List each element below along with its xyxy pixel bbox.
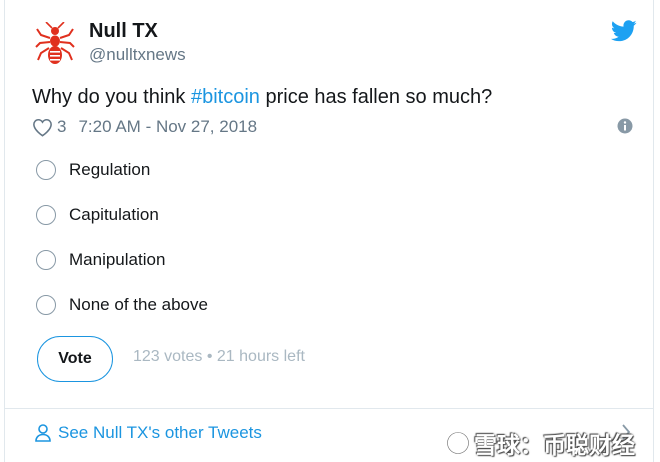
- poll-option-capitulation[interactable]: Capitulation: [36, 202, 159, 228]
- see-other-tweets-link[interactable]: See Null TX's other Tweets: [35, 422, 262, 444]
- see-other-tweets-label: See Null TX's other Tweets: [58, 423, 262, 442]
- vote-count: 123 votes: [133, 348, 203, 365]
- info-icon[interactable]: [617, 118, 633, 134]
- poll-option-label: None of the above: [69, 295, 208, 314]
- poll-option-regulation[interactable]: Regulation: [36, 157, 150, 183]
- radio-button[interactable]: [36, 250, 56, 270]
- tweet-card: Null TX @nulltxnews Why do you think #bi…: [4, 0, 654, 462]
- radio-button[interactable]: [36, 295, 56, 315]
- poll-option-label: Regulation: [69, 160, 151, 179]
- tweet-timestamp[interactable]: 7:20 AM - Nov 27, 2018: [78, 117, 257, 137]
- tweet-meta: 3 7:20 AM - Nov 27, 2018: [32, 116, 257, 138]
- watermark-text: 雪球：币聪财经: [474, 432, 635, 458]
- ant-logo-icon[interactable]: [35, 22, 75, 66]
- poll-option-manipulation[interactable]: Manipulation: [36, 247, 165, 273]
- separator-dot: •: [206, 348, 213, 365]
- xueqiu-logo-icon: [446, 431, 470, 455]
- poll-time-left: 21 hours left: [216, 348, 305, 365]
- poll-option-none-of-the-above[interactable]: None of the above: [36, 292, 208, 318]
- like-count: 3: [57, 117, 67, 136]
- tweet-text-after: price has fallen so much?: [259, 86, 493, 108]
- tweet-embed-page: Null TX @nulltxnews Why do you think #bi…: [0, 0, 660, 462]
- heart-icon[interactable]: [32, 118, 53, 137]
- user-handle[interactable]: @nulltxnews: [89, 45, 186, 65]
- watermark: 雪球：币聪财经: [446, 428, 635, 458]
- person-icon: [35, 424, 51, 442]
- tweet-text: Why do you think #bitcoin price has fall…: [32, 86, 492, 109]
- hashtag-link[interactable]: #bitcoin: [191, 86, 260, 108]
- display-name[interactable]: Null TX: [89, 20, 158, 43]
- vote-button[interactable]: Vote: [37, 336, 113, 382]
- radio-button[interactable]: [36, 160, 56, 180]
- poll-option-label: Capitulation: [69, 205, 159, 224]
- poll-meta: 123 votes • 21 hours left: [133, 348, 305, 366]
- footer-divider: [5, 408, 653, 409]
- radio-button[interactable]: [36, 205, 56, 225]
- tweet-text-before: Why do you think: [32, 86, 191, 108]
- poll-option-label: Manipulation: [69, 250, 166, 269]
- twitter-bird-icon[interactable]: [611, 20, 637, 42]
